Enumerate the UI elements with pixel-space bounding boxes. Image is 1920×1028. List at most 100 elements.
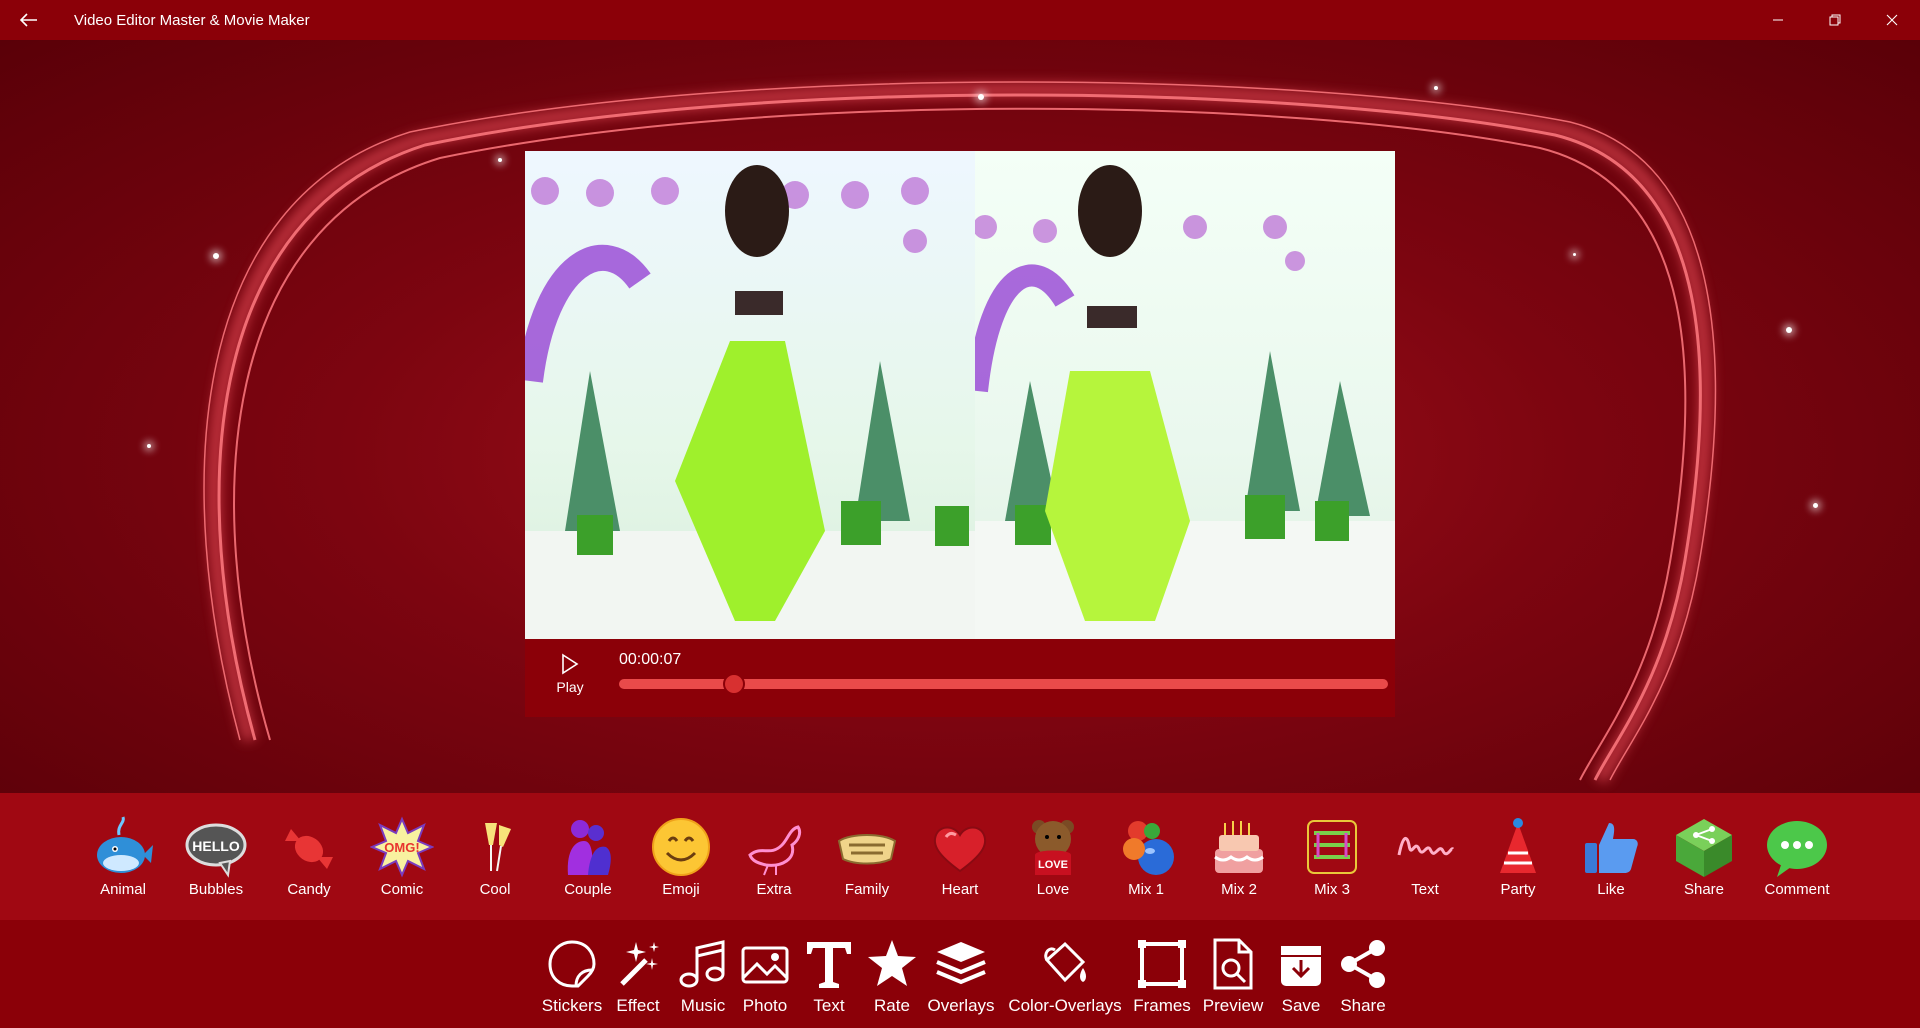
tool-share[interactable]: Share — [1336, 938, 1390, 1024]
window-controls — [1749, 0, 1920, 40]
sticker-share[interactable]: Share — [1661, 815, 1747, 901]
sticker-icon — [548, 940, 596, 988]
photo-icon — [741, 946, 789, 984]
kiss-text-icon — [1397, 836, 1455, 856]
seek-bar[interactable] — [619, 673, 1388, 695]
sticker-label: Animal — [100, 881, 146, 898]
sticker-cool[interactable]: Cool — [452, 815, 538, 901]
sticker-comment[interactable]: Comment — [1754, 815, 1840, 901]
music-note-icon — [679, 940, 725, 988]
paint-bucket-icon — [1044, 941, 1086, 983]
video-preview[interactable] — [525, 151, 1395, 639]
tool-label: Music — [680, 996, 726, 1015]
sticker-like[interactable]: Like — [1568, 815, 1654, 901]
tool-overlays[interactable]: Overlays — [927, 938, 995, 1024]
sticker-text[interactable]: Text — [1382, 815, 1468, 901]
comic-text: OMG! — [384, 840, 419, 855]
sticker-party[interactable]: Party — [1475, 815, 1561, 901]
peace-text-icon — [1307, 820, 1357, 874]
sticker-candy[interactable]: Candy — [266, 815, 352, 901]
tool-effect[interactable]: Effect — [614, 938, 662, 1024]
tool-label: Share — [1340, 996, 1386, 1015]
sticker-category-bar: Animal HELLO Bubbles Candy OMG! Comic Co… — [0, 793, 1920, 920]
current-time: 00:00:07 — [619, 651, 682, 668]
preview-icon — [1213, 938, 1253, 990]
sticker-label: Share — [1683, 881, 1725, 898]
whale-icon — [97, 816, 153, 873]
tool-color-overlays[interactable]: Color-Overlays — [1006, 938, 1124, 1024]
minimize-button[interactable] — [1749, 0, 1806, 40]
play-label: Play — [556, 679, 584, 695]
tool-save[interactable]: Save — [1278, 938, 1324, 1024]
back-button[interactable] — [0, 0, 58, 40]
bird-icon — [748, 825, 802, 876]
sticker-mix-3[interactable]: Mix 3 — [1289, 815, 1375, 901]
sparkle — [1813, 503, 1818, 508]
play-button[interactable]: Play — [545, 653, 595, 707]
tool-label: Text — [813, 996, 845, 1015]
sticker-label: Mix 3 — [1314, 881, 1350, 898]
bubble-text: HELLO — [192, 838, 240, 854]
sticker-label: Mix 1 — [1128, 881, 1164, 898]
video-frame-right — [966, 151, 1395, 639]
sticker-emoji[interactable]: Emoji — [638, 815, 724, 901]
hello-bubble-icon: HELLO — [185, 823, 247, 878]
couple-icon — [567, 820, 611, 875]
sticker-bubbles[interactable]: HELLO Bubbles — [173, 815, 259, 901]
restore-button[interactable] — [1806, 0, 1863, 40]
sparkle — [147, 444, 151, 448]
sticker-label: Party — [1500, 881, 1536, 898]
tool-label: Stickers — [541, 996, 603, 1015]
sticker-animal[interactable]: Animal — [80, 815, 166, 901]
sparkle — [213, 253, 219, 259]
sticker-comic[interactable]: OMG! Comic — [359, 815, 445, 901]
tool-preview[interactable]: Preview — [1202, 938, 1264, 1024]
tool-music[interactable]: Music — [675, 938, 731, 1024]
sticker-heart[interactable]: Heart — [917, 815, 1003, 901]
sticker-mix-2[interactable]: Mix 2 — [1196, 815, 1282, 901]
frame-icon — [1138, 940, 1186, 988]
close-icon — [1886, 14, 1897, 26]
sticker-label: Couple — [564, 881, 612, 898]
family-text-icon — [837, 834, 897, 865]
tool-label: Frames — [1133, 996, 1191, 1015]
share-icon — [1341, 940, 1385, 988]
dancer-scene — [966, 165, 1395, 639]
heart-icon — [933, 826, 987, 873]
sticker-label: Text — [1411, 881, 1439, 898]
sparkle — [1573, 253, 1576, 256]
sticker-love[interactable]: LOVE Love — [1010, 815, 1096, 901]
sticker-label: Cool — [479, 881, 511, 898]
star-icon — [868, 940, 916, 986]
tool-stickers[interactable]: Stickers — [541, 938, 603, 1024]
close-button[interactable] — [1863, 0, 1920, 40]
comment-bubble-icon — [1767, 821, 1827, 877]
tool-frames[interactable]: Frames — [1133, 938, 1191, 1024]
love-bear-icon: LOVE — [1032, 820, 1074, 875]
sticker-label: Candy — [287, 881, 331, 898]
tool-label: Save — [1281, 996, 1321, 1015]
sticker-couple[interactable]: Couple — [545, 815, 631, 901]
love-text: LOVE — [1038, 859, 1068, 871]
sticker-label: Love — [1036, 881, 1070, 898]
sticker-extra[interactable]: Extra — [731, 815, 817, 901]
sticker-family[interactable]: Family — [824, 815, 910, 901]
minimize-icon — [1772, 19, 1783, 21]
app-title: Video Editor Master & Movie Maker — [74, 11, 310, 29]
sticker-label: Comment — [1764, 881, 1830, 898]
seek-handle[interactable] — [723, 673, 745, 695]
sticker-label: Mix 2 — [1221, 881, 1257, 898]
bottom-toolbar: Stickers Effect Music Photo Text Rate Ov… — [0, 920, 1920, 1028]
dancer-scene — [525, 165, 975, 639]
sticker-mix-1[interactable]: Mix 1 — [1103, 815, 1189, 901]
save-icon — [1281, 946, 1321, 986]
cake-icon — [1214, 821, 1264, 873]
sparkle — [978, 94, 984, 100]
tool-photo[interactable]: Photo — [737, 938, 793, 1024]
champagne-icon — [485, 823, 511, 872]
sticker-label: Extra — [756, 881, 792, 898]
sticker-label: Emoji — [662, 881, 700, 898]
tool-rate[interactable]: Rate — [865, 938, 919, 1024]
tool-label: Color-Overlays — [1008, 996, 1122, 1015]
tool-text[interactable]: Text — [802, 938, 856, 1024]
